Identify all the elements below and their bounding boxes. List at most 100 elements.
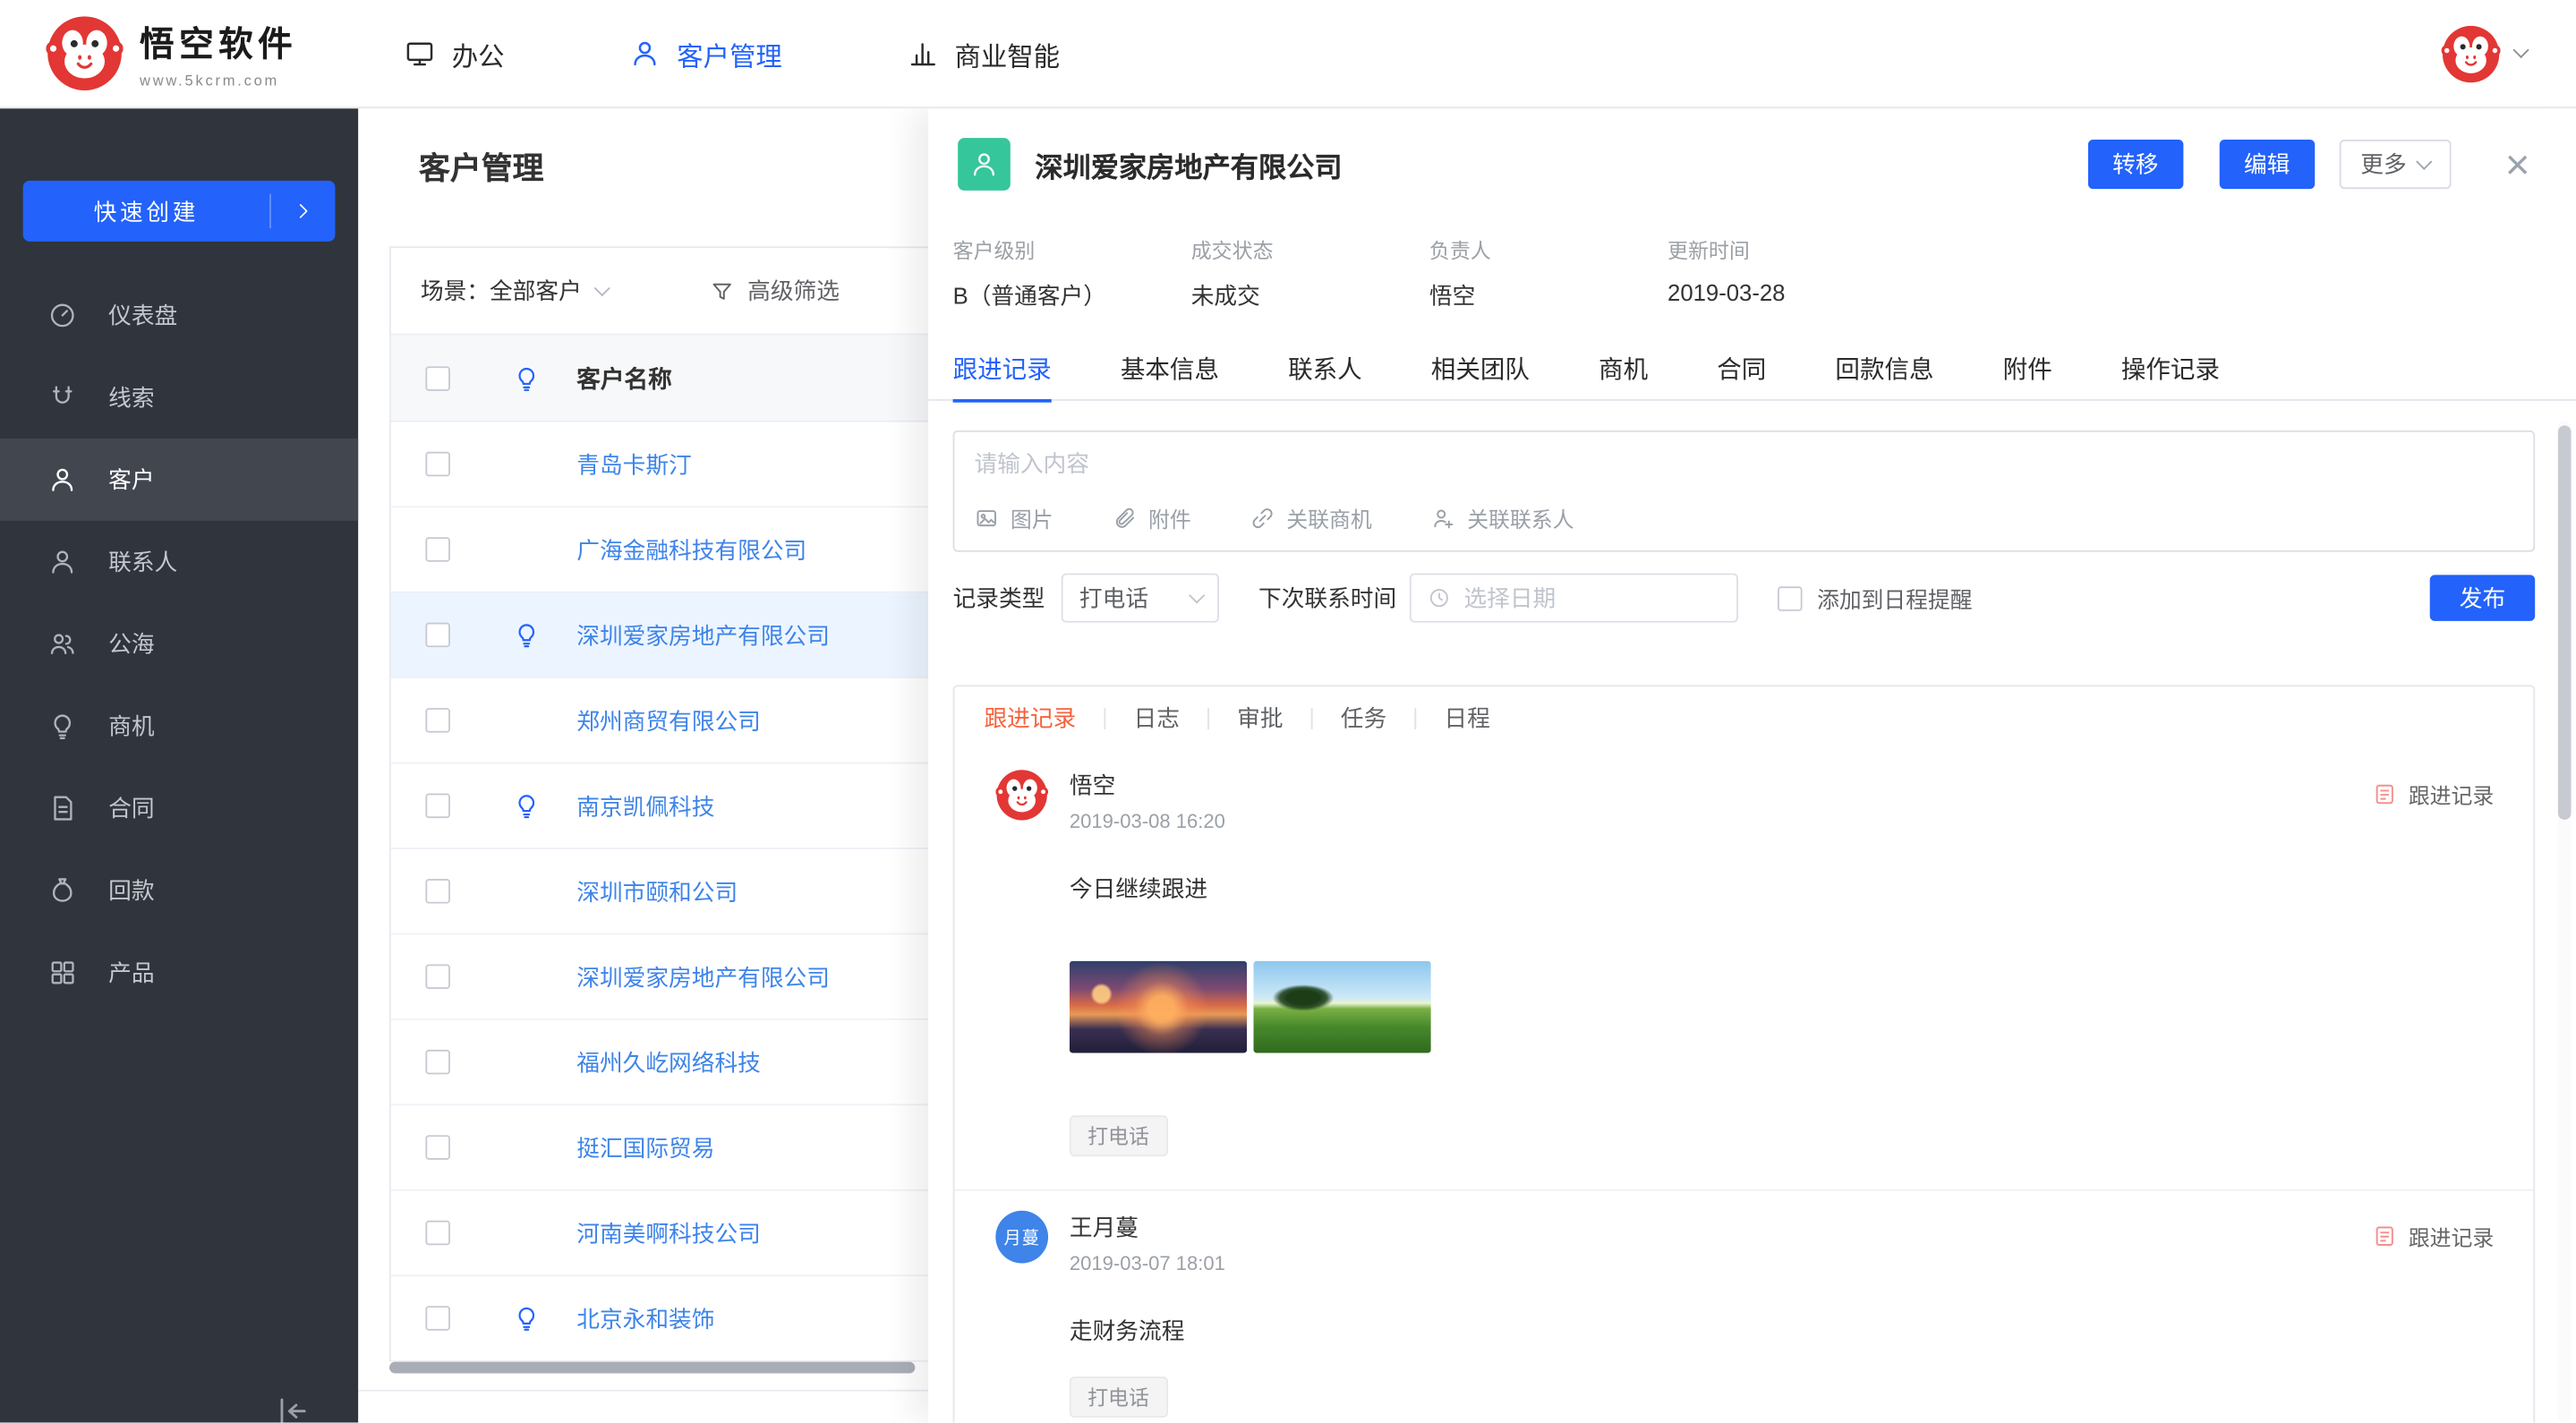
nav-office[interactable]: 办公 bbox=[405, 34, 505, 73]
sidebar-item-label: 公海 bbox=[108, 627, 154, 660]
sidebar-item-leads[interactable]: 线索 bbox=[0, 356, 358, 439]
feed-content: 走财务流程 bbox=[1070, 1314, 2494, 1347]
row-checkbox[interactable] bbox=[425, 452, 450, 477]
next-contact-date-input[interactable]: 选择日期 bbox=[1410, 574, 1738, 623]
customer-link[interactable]: 青岛卡斯汀 bbox=[576, 451, 691, 477]
customer-link[interactable]: 河南美啊科技公司 bbox=[576, 1220, 761, 1246]
tab-receivables[interactable]: 回款信息 bbox=[1835, 335, 1933, 400]
row-checkbox[interactable] bbox=[425, 1221, 450, 1246]
horizontal-scrollbar[interactable] bbox=[389, 1362, 915, 1374]
nav-business-intelligence[interactable]: 商业智能 bbox=[907, 34, 1060, 73]
pool-icon bbox=[47, 629, 77, 659]
record-type-select[interactable]: 打电话 bbox=[1062, 574, 1219, 623]
chevron-down-icon bbox=[594, 279, 610, 295]
user-avatar[interactable] bbox=[2442, 24, 2501, 83]
feed-tab-schedule[interactable]: 日程 bbox=[1416, 702, 1518, 735]
row-checkbox[interactable] bbox=[425, 1135, 450, 1160]
company-avatar bbox=[958, 138, 1011, 191]
feed-tab-follow-records[interactable]: 跟进记录 bbox=[984, 702, 1104, 735]
sidebar-item-dashboard[interactable]: 仪表盘 bbox=[0, 275, 358, 357]
row-checkbox[interactable] bbox=[425, 1306, 450, 1331]
calendar-reminder-option[interactable]: 添加到日程提醒 bbox=[1778, 582, 1973, 615]
sidebar-item-pool[interactable]: 公海 bbox=[0, 603, 358, 686]
field-label: 负责人 bbox=[1429, 234, 1668, 265]
composer-input[interactable] bbox=[954, 432, 2533, 493]
vertical-scrollbar-track[interactable] bbox=[2558, 421, 2572, 1423]
author-avatar: 月蔓 bbox=[995, 1211, 1048, 1264]
row-checkbox[interactable] bbox=[425, 1050, 450, 1075]
tab-opportunities[interactable]: 商机 bbox=[1599, 335, 1648, 400]
vertical-scrollbar[interactable] bbox=[2558, 425, 2572, 820]
sidebar-item-opportunities[interactable]: 商机 bbox=[0, 685, 358, 767]
row-checkbox[interactable] bbox=[425, 879, 450, 904]
bar-chart-icon bbox=[907, 38, 938, 69]
link-contact-button[interactable]: 关联联系人 bbox=[1431, 503, 1574, 534]
tab-contracts[interactable]: 合同 bbox=[1717, 335, 1766, 400]
customer-link[interactable]: 北京永和装饰 bbox=[576, 1305, 714, 1331]
customer-link[interactable]: 福州久屹网络科技 bbox=[576, 1049, 761, 1075]
photo-thumbnail[interactable] bbox=[1070, 961, 1247, 1053]
advanced-filter-button[interactable]: 高级筛选 bbox=[710, 275, 840, 308]
sidebar-item-products[interactable]: 产品 bbox=[0, 932, 358, 1014]
field-value: 2019-03-28 bbox=[1668, 279, 1906, 305]
nav-customer-management[interactable]: 客户管理 bbox=[629, 34, 782, 73]
sidebar-item-customers[interactable]: 客户 bbox=[0, 439, 358, 521]
note-icon bbox=[2372, 782, 2397, 807]
note-icon bbox=[2372, 1223, 2397, 1248]
customer-link[interactable]: 南京凯佩科技 bbox=[576, 793, 714, 819]
tool-label: 关联商机 bbox=[1286, 503, 1371, 534]
quick-create-expand[interactable] bbox=[269, 194, 335, 229]
feed-tab-logs[interactable]: 日志 bbox=[1105, 702, 1207, 735]
select-all-checkbox[interactable] bbox=[425, 365, 450, 390]
transfer-button[interactable]: 转移 bbox=[2088, 140, 2183, 189]
customer-link[interactable]: 广海金融科技有限公司 bbox=[576, 536, 806, 562]
sidebar-item-receivables[interactable]: 回款 bbox=[0, 849, 358, 932]
brand[interactable]: 悟空软件 www.5kcrm.com bbox=[0, 15, 358, 92]
feed-content: 今日继续跟进 bbox=[1070, 873, 2494, 906]
close-icon[interactable]: × bbox=[2505, 148, 2530, 181]
tab-basic-info[interactable]: 基本信息 bbox=[1121, 335, 1219, 400]
photo-thumbnail[interactable] bbox=[1253, 961, 1430, 1053]
row-checkbox[interactable] bbox=[425, 623, 450, 648]
quick-create-button[interactable]: 快速创建 bbox=[23, 181, 336, 242]
link-opportunity-button[interactable]: 关联商机 bbox=[1250, 503, 1372, 534]
customer-link[interactable]: 郑州商贸有限公司 bbox=[576, 707, 761, 733]
follow-composer: 图片 附件 关联商机 关联联系人 bbox=[953, 430, 2536, 552]
tab-team[interactable]: 相关团队 bbox=[1431, 335, 1530, 400]
sidebar-item-label: 联系人 bbox=[108, 545, 177, 578]
tab-follow-records[interactable]: 跟进记录 bbox=[953, 335, 1052, 400]
customer-link[interactable]: 挺汇国际贸易 bbox=[576, 1134, 714, 1160]
customer-link[interactable]: 深圳爱家房地产有限公司 bbox=[576, 622, 830, 648]
customer-link[interactable]: 深圳市颐和公司 bbox=[576, 878, 738, 904]
next-contact-label: 下次联系时间 bbox=[1258, 582, 1396, 615]
field-value: 未成交 bbox=[1191, 279, 1429, 312]
row-checkbox[interactable] bbox=[425, 537, 450, 562]
sidebar-item-contracts[interactable]: 合同 bbox=[0, 767, 358, 849]
feed-tab-approvals[interactable]: 审批 bbox=[1209, 702, 1311, 735]
attach-image-button[interactable]: 图片 bbox=[974, 503, 1053, 534]
more-button[interactable]: 更多 bbox=[2339, 140, 2451, 189]
publish-button[interactable]: 发布 bbox=[2430, 575, 2535, 620]
feed-record-type-label: 跟进记录 bbox=[2409, 1221, 2494, 1252]
edit-button[interactable]: 编辑 bbox=[2219, 140, 2314, 189]
tab-attachments[interactable]: 附件 bbox=[2003, 335, 2052, 400]
attach-file-button[interactable]: 附件 bbox=[1113, 503, 1191, 534]
row-checkbox[interactable] bbox=[425, 708, 450, 733]
sidebar: 快速创建 仪表盘 线索 客户 联系人 bbox=[0, 108, 358, 1422]
row-checkbox[interactable] bbox=[425, 794, 450, 819]
sidebar-item-contacts[interactable]: 联系人 bbox=[0, 521, 358, 603]
reminder-label: 添加到日程提醒 bbox=[1817, 582, 1972, 615]
field-label: 成交状态 bbox=[1191, 234, 1429, 265]
tab-operation-log[interactable]: 操作记录 bbox=[2121, 335, 2220, 400]
sidebar-collapse-button[interactable] bbox=[275, 1393, 311, 1423]
monitor-icon bbox=[405, 38, 436, 69]
scene-filter-dropdown[interactable]: 场景：全部客户 bbox=[421, 275, 608, 308]
tab-contacts[interactable]: 联系人 bbox=[1288, 335, 1362, 400]
feed-tab-tasks[interactable]: 任务 bbox=[1313, 702, 1415, 735]
reminder-checkbox[interactable] bbox=[1778, 585, 1803, 610]
customer-link[interactable]: 深圳爱家房地产有限公司 bbox=[576, 964, 830, 990]
user-menu[interactable] bbox=[2442, 24, 2576, 83]
nav-customer-label: 客户管理 bbox=[677, 34, 782, 73]
chevron-down-icon bbox=[2512, 42, 2529, 58]
row-checkbox[interactable] bbox=[425, 964, 450, 989]
